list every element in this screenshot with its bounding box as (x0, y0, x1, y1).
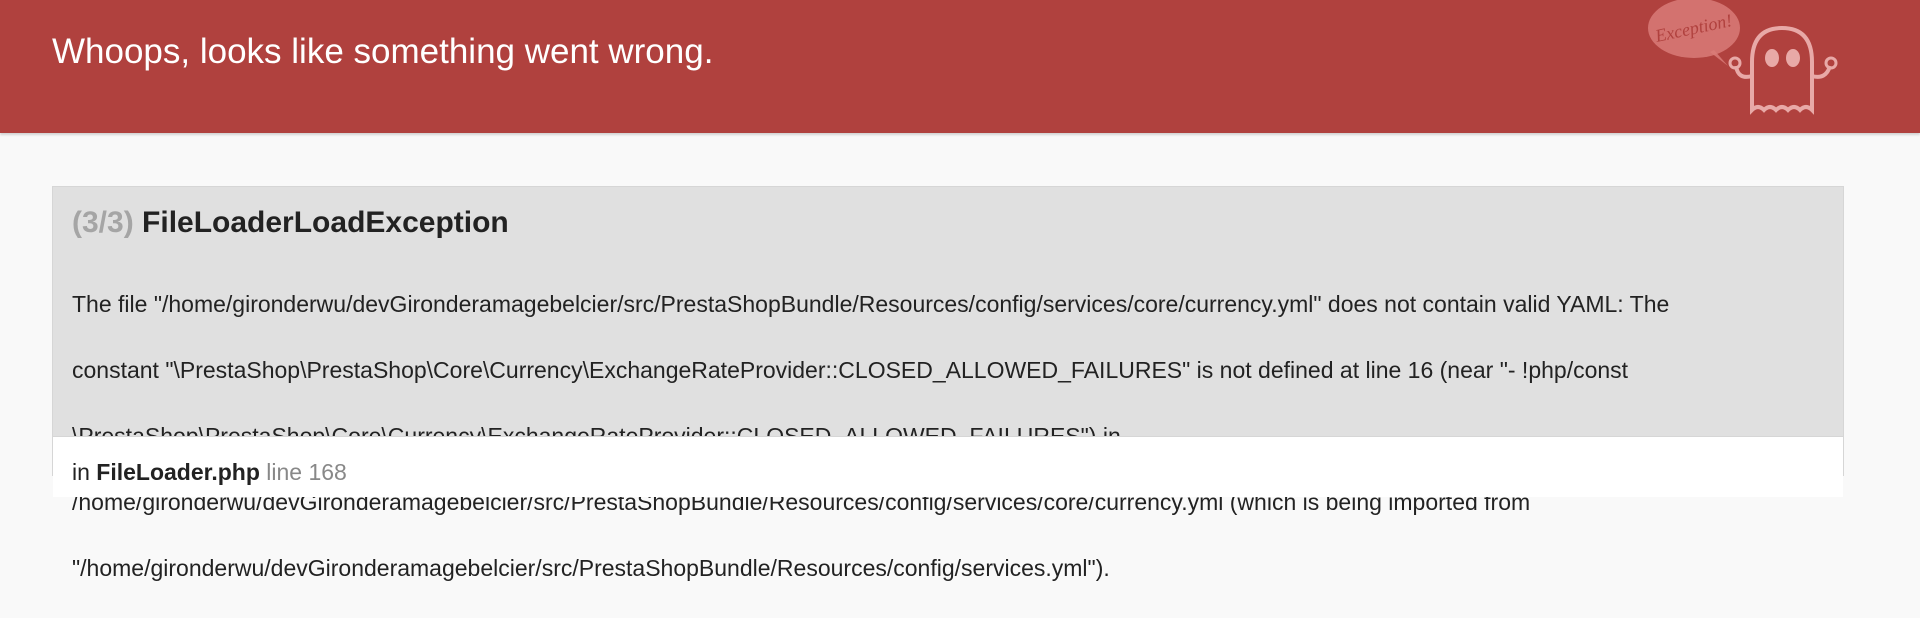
exception-card: (3/3) FileLoaderLoadException The file "… (52, 186, 1844, 581)
exception-name: FileLoaderLoadException (142, 206, 509, 239)
exception-count: (3/3) (72, 206, 134, 239)
trace-entry[interactable]: in FileLoader.php line 168 (72, 457, 347, 487)
exception-title: (3/3) FileLoaderLoadException (72, 204, 509, 242)
exception-message-line: "/home/gironderwu/devGironderamagebelcie… (72, 555, 1110, 581)
page-title: Whoops, looks like something went wrong. (52, 32, 714, 71)
exception-message-line: constant "\PrestaShop\PrestaShop\Core\Cu… (72, 357, 1629, 383)
exception-message-line: The file "/home/gironderwu/devGironderam… (72, 291, 1670, 317)
exception-ghost-icon: Exception! (1648, 0, 1838, 115)
stack-trace: in FileLoader.php line 168 (53, 436, 1843, 497)
error-header: Whoops, looks like something went wrong.… (0, 0, 1920, 133)
